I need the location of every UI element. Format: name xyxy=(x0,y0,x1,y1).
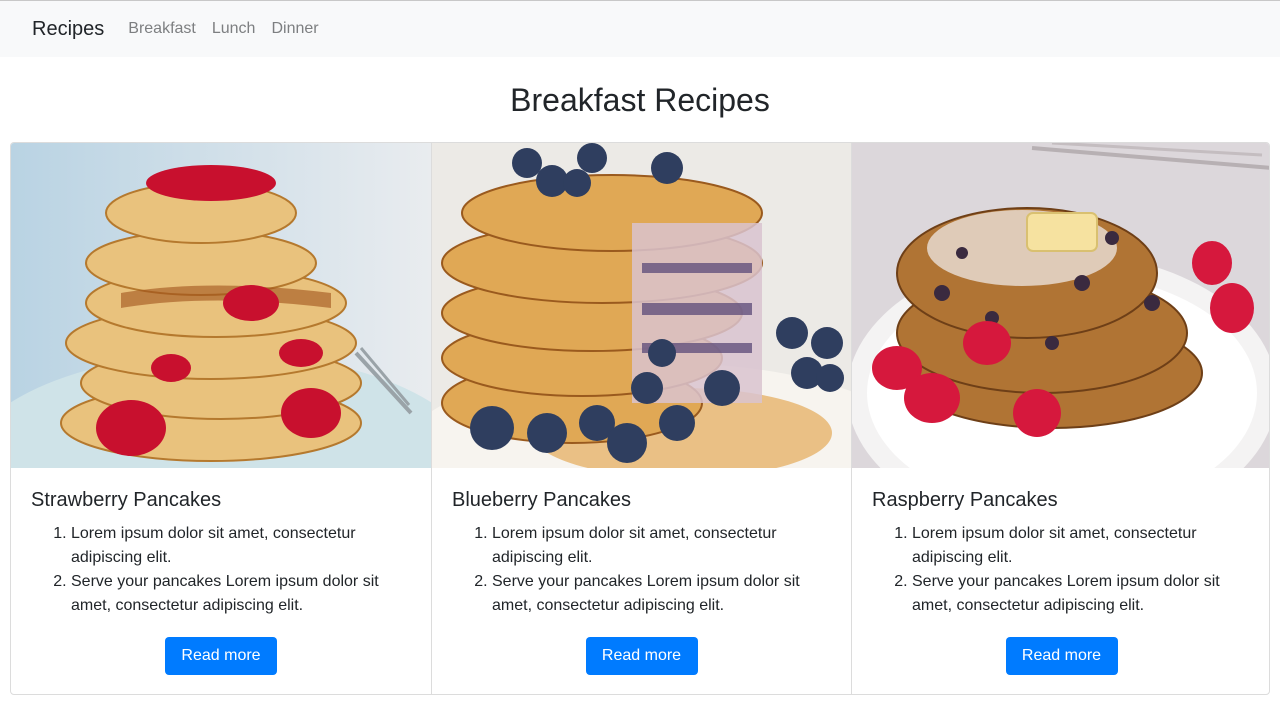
navbar-brand[interactable]: Recipes xyxy=(32,18,104,41)
recipe-steps: Lorem ipsum dolor sit amet, consectetur … xyxy=(31,522,411,618)
recipe-card-raspberry: Raspberry Pancakes Lorem ipsum dolor sit… xyxy=(851,143,1269,694)
strawberry-pancakes-image xyxy=(11,143,431,468)
recipe-step: Serve your pancakes Lorem ipsum dolor si… xyxy=(71,570,411,618)
raspberry-pancakes-image xyxy=(852,143,1269,468)
recipe-card-strawberry: Strawberry Pancakes Lorem ipsum dolor si… xyxy=(11,143,431,694)
blueberry-pancakes-image xyxy=(432,143,851,468)
navbar: Recipes Breakfast Lunch Dinner xyxy=(0,0,1280,57)
recipe-step: Lorem ipsum dolor sit amet, consectetur … xyxy=(912,522,1251,570)
page-title: Breakfast Recipes xyxy=(510,82,770,118)
nav-link-lunch[interactable]: Lunch xyxy=(212,20,256,38)
recipe-steps: Lorem ipsum dolor sit amet, consectetur … xyxy=(872,522,1251,618)
read-more-button[interactable]: Read more xyxy=(1005,637,1118,675)
recipe-step: Serve your pancakes Lorem ipsum dolor si… xyxy=(492,570,831,618)
nav-link-dinner[interactable]: Dinner xyxy=(271,20,318,38)
recipe-step: Serve your pancakes Lorem ipsum dolor si… xyxy=(912,570,1251,618)
recipe-step: Lorem ipsum dolor sit amet, consectetur … xyxy=(492,522,831,570)
nav-link-breakfast[interactable]: Breakfast xyxy=(128,20,196,38)
recipe-title: Blueberry Pancakes xyxy=(452,489,631,511)
recipe-card-group: Strawberry Pancakes Lorem ipsum dolor si… xyxy=(10,142,1270,695)
recipe-card-blueberry: Blueberry Pancakes Lorem ipsum dolor sit… xyxy=(431,143,851,694)
read-more-button[interactable]: Read more xyxy=(585,637,698,675)
read-more-button[interactable]: Read more xyxy=(165,637,277,675)
recipe-steps: Lorem ipsum dolor sit amet, consectetur … xyxy=(452,522,831,618)
recipe-title: Strawberry Pancakes xyxy=(31,489,222,511)
recipe-title: Raspberry Pancakes xyxy=(872,489,1058,511)
recipe-step: Lorem ipsum dolor sit amet, consectetur … xyxy=(71,522,411,570)
